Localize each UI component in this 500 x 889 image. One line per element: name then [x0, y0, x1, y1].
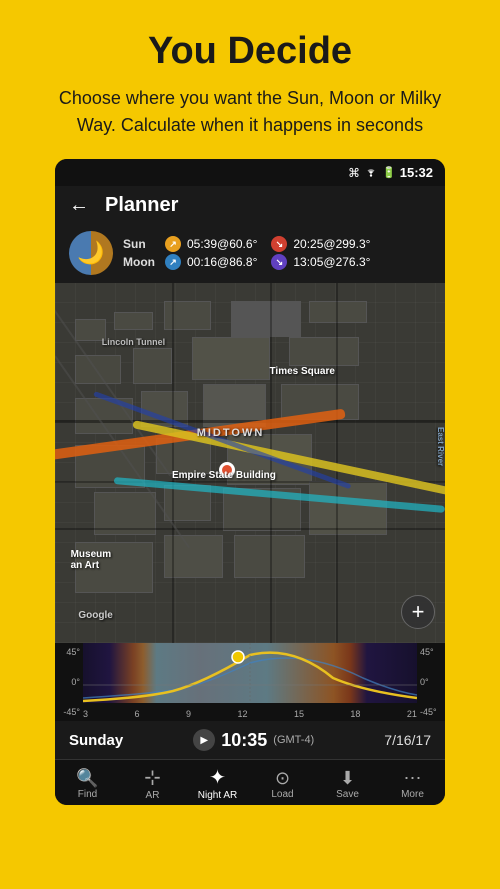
x-label-3: 3: [83, 709, 88, 719]
time-display: 15:32: [400, 165, 433, 180]
nav-item-more[interactable]: ⋯ More: [383, 769, 443, 800]
save-label: Save: [336, 789, 359, 800]
chart-y-labels-right: 45° 0° -45°: [417, 643, 445, 721]
moon-set-icon: ↘: [271, 254, 287, 270]
more-icon: ⋯: [404, 769, 422, 787]
status-icons: ⌘ 🔋 15:32: [348, 165, 433, 180]
sun-arc-chart: [83, 643, 417, 703]
moon-rise-time: 00:16@86.8°: [187, 255, 257, 269]
bluetooth-icon: ⌘: [348, 166, 360, 180]
phone-mockup: ⌘ 🔋 15:32 ← Planner 🌙 Sun: [55, 159, 445, 805]
nav-item-load[interactable]: ⊙ Load: [253, 769, 313, 800]
page-title: Planner: [105, 194, 178, 217]
save-icon: ⬇: [340, 769, 355, 787]
nav-item-find[interactable]: 🔍 Find: [58, 769, 118, 800]
bottom-navigation: 🔍 Find ⊹ AR ✦ Night AR ⊙ Load ⬇ Save ⋯ M…: [55, 759, 445, 805]
moon-row: Moon ↗ 00:16@86.8° ↘ 13:05@276.3°: [123, 254, 370, 270]
chart-x-labels: 3 6 9 12 15 18 21: [83, 709, 417, 719]
sun-rise-time: 05:39@60.6°: [187, 237, 257, 251]
find-icon: 🔍: [76, 769, 98, 787]
chart-area: [83, 643, 417, 703]
sun-row: Sun ↗ 05:39@60.6° ↘ 20:25@299.3°: [123, 236, 370, 252]
wifi-icon: [364, 165, 378, 180]
main-subtitle: Choose where you want the Sun, Moon or M…: [40, 85, 460, 139]
sun-set-time: 20:25@299.3°: [293, 237, 370, 251]
location-pin[interactable]: [219, 462, 235, 478]
nav-item-save[interactable]: ⬇ Save: [318, 769, 378, 800]
city-grid: [55, 283, 445, 643]
header-section: You Decide Choose where you want the Sun…: [0, 0, 500, 159]
celestial-bar: 🌙 Sun ↗ 05:39@60.6° ↘ 20:25@299.3° Moon …: [55, 225, 445, 283]
x-label-12: 12: [237, 709, 247, 719]
x-label-9: 9: [186, 709, 191, 719]
load-icon: ⊙: [275, 769, 290, 787]
chart-y-labels-left: 45° 0° -45°: [55, 643, 83, 721]
celestial-data: Sun ↗ 05:39@60.6° ↘ 20:25@299.3° Moon ↗ …: [123, 236, 370, 270]
nav-item-ar[interactable]: ⊹ AR: [123, 768, 183, 801]
sun-label: Sun: [123, 237, 159, 251]
battery-icon: 🔋: [382, 166, 396, 179]
status-bar: ⌘ 🔋 15:32: [55, 159, 445, 186]
celestial-avatar: 🌙: [69, 231, 113, 275]
night-ar-label: Night AR: [198, 790, 237, 801]
sun-set-icon: ↘: [271, 236, 287, 252]
x-label-6: 6: [134, 709, 139, 719]
y-label-bot-right: -45°: [420, 707, 445, 717]
ar-icon: ⊹: [144, 768, 161, 788]
main-title: You Decide: [40, 30, 460, 73]
moon-rise-icon: ↗: [165, 254, 181, 270]
night-ar-icon: ✦: [209, 768, 226, 788]
more-label: More: [401, 789, 424, 800]
timezone: (GMT-4): [273, 734, 314, 746]
y-label-top-left: 45°: [55, 647, 80, 657]
y-label-mid-left: 0°: [55, 677, 80, 687]
map-view[interactable]: MIDTOWN Times Square Empire State Buildi…: [55, 283, 445, 643]
back-button[interactable]: ←: [69, 194, 89, 217]
zoom-in-button[interactable]: +: [401, 595, 435, 629]
nav-item-night-ar[interactable]: ✦ Night AR: [188, 768, 248, 801]
x-label-21: 21: [407, 709, 417, 719]
y-label-mid-right: 0°: [420, 677, 445, 687]
y-label-top-right: 45°: [420, 647, 445, 657]
time-display: ▶ 10:35 (GMT-4): [193, 729, 314, 751]
sun-chart: 45° 0° -45° 45° 0° -45°: [55, 643, 445, 721]
current-time: 10:35: [221, 730, 267, 751]
x-label-15: 15: [294, 709, 304, 719]
moon-set-time: 13:05@276.3°: [293, 255, 370, 269]
play-button[interactable]: ▶: [193, 729, 215, 751]
map-background: MIDTOWN Times Square Empire State Buildi…: [55, 283, 445, 643]
ar-label: AR: [146, 790, 160, 801]
load-label: Load: [271, 789, 293, 800]
top-navigation: ← Planner: [55, 186, 445, 225]
moon-label: Moon: [123, 255, 159, 269]
day-label: Sunday: [69, 732, 123, 749]
y-label-bot-left: -45°: [55, 707, 80, 717]
find-label: Find: [78, 789, 97, 800]
current-date: 7/16/17: [384, 732, 431, 748]
sun-rise-icon: ↗: [165, 236, 181, 252]
x-label-18: 18: [350, 709, 360, 719]
time-bar: Sunday ▶ 10:35 (GMT-4) 7/16/17: [55, 721, 445, 759]
